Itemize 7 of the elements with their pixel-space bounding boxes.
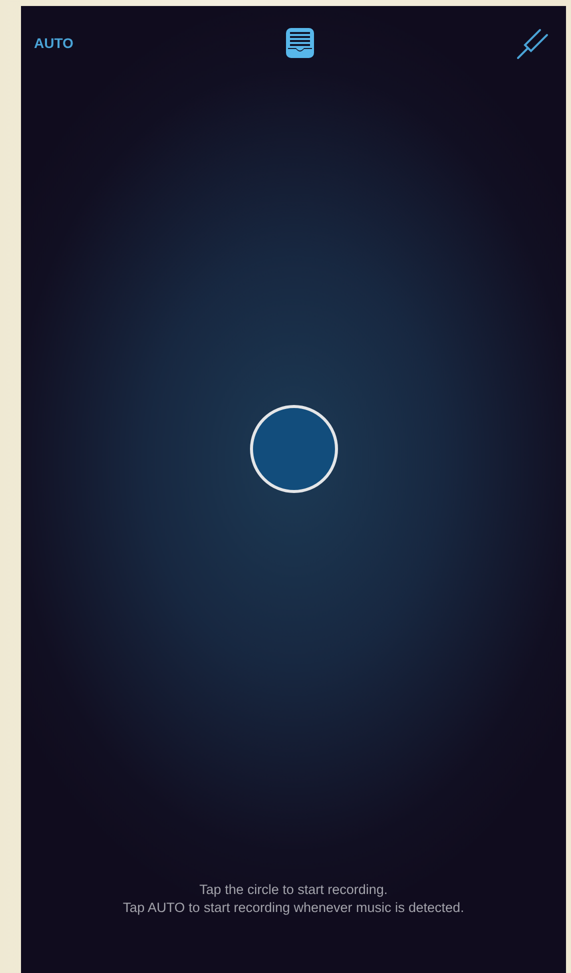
auto-button[interactable]: AUTO (34, 35, 84, 51)
tray-icon (284, 27, 316, 59)
hint-text: Tap the circle to start recording. (199, 882, 388, 897)
tuning-fork-icon (516, 26, 550, 60)
recordings-tray-button[interactable] (284, 27, 316, 59)
tuner-button[interactable] (516, 26, 550, 60)
hint-text: Tap AUTO to start recording whenever music is detected. (122, 900, 464, 915)
